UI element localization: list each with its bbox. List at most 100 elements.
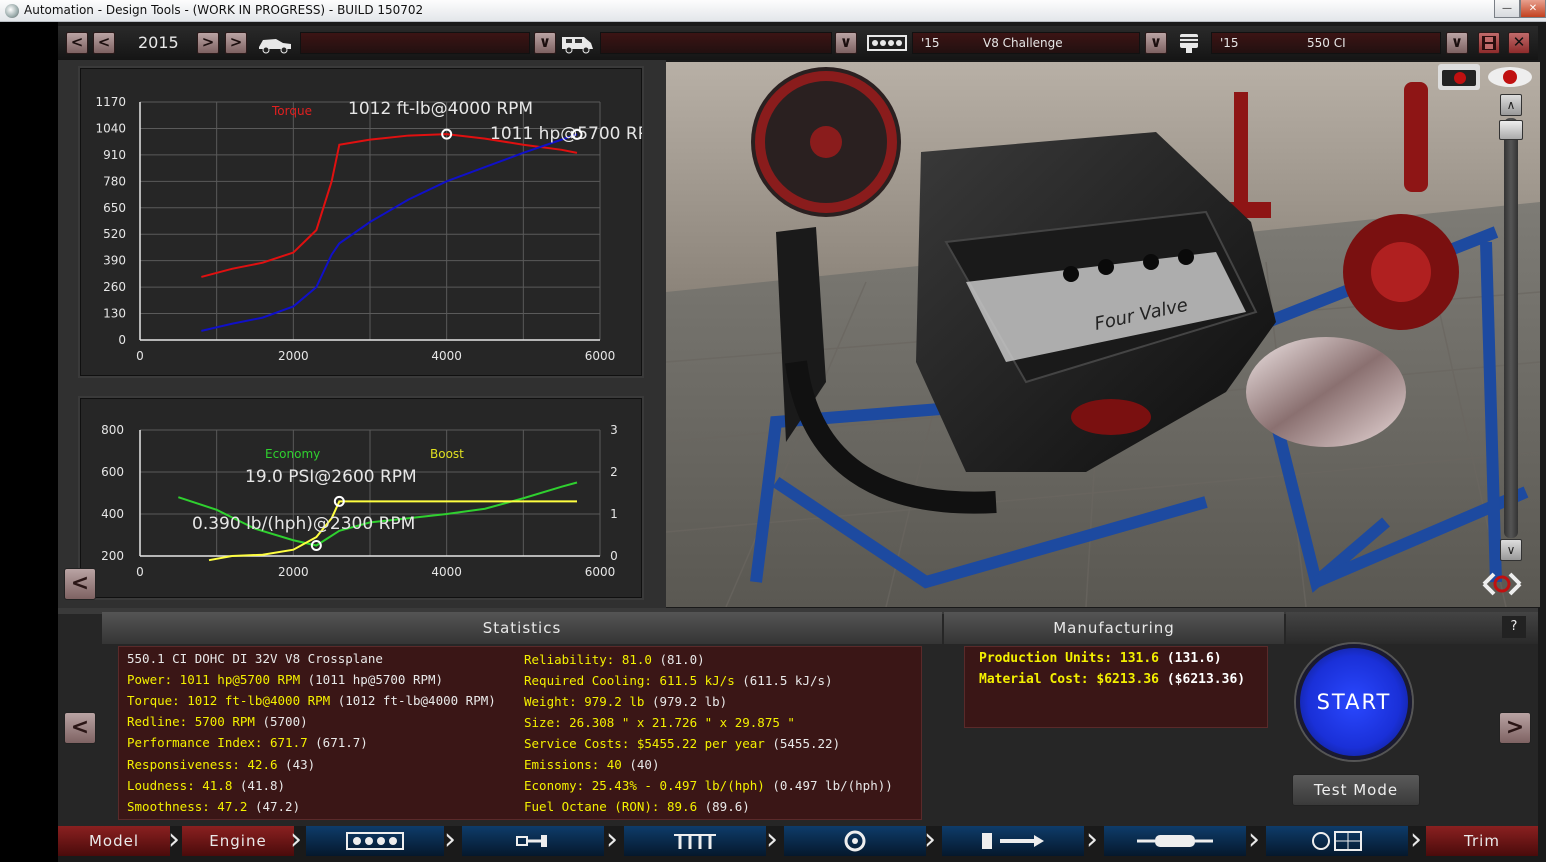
nav-separator-icon: › (924, 822, 936, 857)
engine-family-dropdown-chevron[interactable]: ∨ (1145, 32, 1167, 54)
x-tick-label: 0 (136, 565, 144, 579)
zoom-scroll-track[interactable] (1504, 118, 1518, 538)
year-next-fast-button[interactable]: > (225, 32, 247, 54)
tab-engine[interactable]: Engine (182, 826, 294, 856)
year-prev-button[interactable]: < (93, 32, 115, 54)
van-trim-icon (558, 31, 596, 55)
year-prev-fast-button[interactable]: < (66, 32, 88, 54)
economy-best-annotation: 0.390 lb/(hph)@2300 RPM (192, 514, 415, 534)
bottom-panel: Statistics Manufacturing ? 550.1 CI DOHC… (58, 608, 1538, 826)
y-tick-label: 0 (118, 333, 126, 347)
y-tick-label: 910 (103, 148, 126, 162)
nav-separator-icon: › (290, 822, 302, 857)
reset-view-icon[interactable] (1480, 568, 1524, 600)
left-edge (0, 22, 58, 862)
y-left-tick-label: 600 (101, 465, 124, 479)
car-model-icon (256, 31, 294, 55)
stat-fuel-octane: Fuel Octane (RON): 89.6 (89.6) (524, 799, 750, 814)
boost-economy-chart-panel: 800 600 400 200 3210 0 2000 4000 6000 Economy … (78, 396, 644, 600)
torque-series-line (201, 133, 578, 278)
tab-trim[interactable]: Trim (1426, 826, 1538, 856)
trim-dropdown-chevron[interactable]: ∨ (835, 32, 857, 54)
stat-responsiveness: Responsiveness: 42.6 (43) (127, 757, 316, 772)
view-eye-icon[interactable] (1486, 64, 1534, 90)
y-left-tick-label: 400 (101, 507, 124, 521)
help-button[interactable]: ? (1502, 616, 1526, 638)
power-peak-annotation: 1011 hp@5700 RPM (490, 124, 642, 144)
y-tick-label: 780 (103, 174, 126, 188)
nav-separator-icon: › (766, 822, 778, 857)
start-button[interactable]: START (1296, 644, 1412, 760)
tab-exhaust[interactable] (1104, 826, 1246, 856)
power-torque-chart-panel: 1170 1040 910 780 650 520 390 260 130 0 0 2000 4000… (78, 66, 663, 378)
model-dropdown-chevron[interactable]: ∨ (534, 32, 556, 54)
nav-separator-icon: › (1086, 822, 1098, 857)
app-icon (5, 4, 19, 18)
y-right-tick-label: 1 (610, 507, 618, 521)
controls-header (1286, 612, 1538, 644)
y-left-tick-label: 200 (101, 549, 124, 563)
engine-family-dropdown[interactable]: '15 V8 Challenge (912, 32, 1140, 54)
zoom-down-button[interactable]: ∨ (1500, 539, 1522, 561)
stats-prev-button[interactable]: < (64, 712, 96, 744)
x-tick-label: 6000 (585, 349, 616, 363)
y-right-tick-label: 3 (610, 423, 618, 437)
x-tick-label: 4000 (431, 565, 462, 579)
y-tick-label: 260 (103, 280, 126, 294)
stat-power: Power: 1011 hp@5700 RPM (1011 hp@5700 RP… (127, 672, 444, 687)
tab-engine-tune[interactable] (1266, 826, 1408, 856)
top-toolbar: < < 2015 > > ∨ ∨ '15 V8 Challenge ∨ '15 … (58, 26, 1538, 60)
y-left-tick-label: 800 (101, 423, 124, 437)
nav-separator-icon: › (606, 822, 618, 857)
tab-top-end[interactable] (624, 826, 766, 856)
y-tick-label: 520 (103, 227, 126, 241)
engine-name: 550.1 CI DOHC DI 32V V8 Crossplane (127, 651, 383, 666)
torque-legend: Torque (271, 104, 312, 118)
tab-fuel-system[interactable] (942, 826, 1084, 856)
y-tick-label: 1170 (95, 95, 126, 109)
stats-next-button[interactable]: > (1499, 712, 1531, 744)
tab-aspiration[interactable] (784, 826, 926, 856)
save-icon[interactable] (1478, 32, 1500, 54)
window-title: Automation - Design Tools - (WORK IN PRO… (24, 3, 424, 17)
trim-dropdown[interactable] (600, 32, 832, 54)
zoom-up-button[interactable]: ∧ (1500, 94, 1522, 116)
power-torque-chart: 1170 1040 910 780 650 520 390 260 130 0 0 2000 4000… (95, 95, 662, 363)
power-series-line (201, 133, 578, 332)
boost-legend: Boost (430, 447, 464, 461)
manufacturing-header: Manufacturing (944, 612, 1284, 644)
test-mode-button[interactable]: Test Mode (1292, 774, 1420, 806)
engine-3d-viewport[interactable]: Four Valve ∧ ∨ (666, 62, 1540, 607)
close-window-button[interactable]: ✕ (1520, 0, 1546, 18)
tab-bottom-end[interactable] (462, 826, 604, 856)
x-tick-label: 4000 (431, 349, 462, 363)
close-icon[interactable]: ✕ (1508, 32, 1530, 54)
torque-peak-annotation: 1012 ft-lb@4000 RPM (348, 99, 533, 119)
tab-block-heads[interactable] (306, 826, 444, 856)
y-tick-label: 130 (103, 307, 126, 321)
statistics-box: 550.1 CI DOHC DI 32V V8 Crossplane Power… (118, 646, 922, 820)
y-tick-label: 650 (103, 201, 126, 215)
model-dropdown[interactable] (300, 32, 530, 54)
stat-emissions: Emissions: 40 (40) (524, 757, 660, 772)
zoom-scroll-thumb[interactable] (1499, 120, 1523, 140)
production-units: Production Units: 131.6 (131.6) (979, 651, 1222, 666)
minimize-button[interactable]: — (1494, 0, 1520, 18)
screenshot-camera-icon[interactable] (1438, 64, 1480, 90)
tab-model[interactable]: Model (58, 826, 170, 856)
year-next-button[interactable]: > (197, 32, 219, 54)
material-cost: Material Cost: $6213.36 ($6213.36) (979, 672, 1246, 687)
stat-loudness: Loudness: 41.8 (41.8) (127, 778, 286, 793)
nav-separator-icon: › (1410, 822, 1422, 857)
x-tick-label: 2000 (278, 349, 309, 363)
charts-back-button[interactable]: < (64, 568, 96, 600)
x-tick-label: 2000 (278, 565, 309, 579)
x-tick-label: 6000 (585, 565, 616, 579)
engine-variant-dropdown-chevron[interactable]: ∨ (1446, 32, 1468, 54)
piston-icon (1174, 31, 1204, 55)
stat-redline: Redline: 5700 RPM (5700) (127, 714, 308, 729)
stat-required-cooling: Required Cooling: 611.5 kJ/s (611.5 kJ/s… (524, 673, 833, 688)
boost-economy-chart: 800600400200 3210 0 2000 4000 6000 Economy … (101, 423, 618, 579)
engine-variant-dropdown[interactable]: '15 550 CI (1211, 32, 1441, 54)
boost-peak-annotation: 19.0 PSI@2600 RPM (245, 467, 417, 487)
